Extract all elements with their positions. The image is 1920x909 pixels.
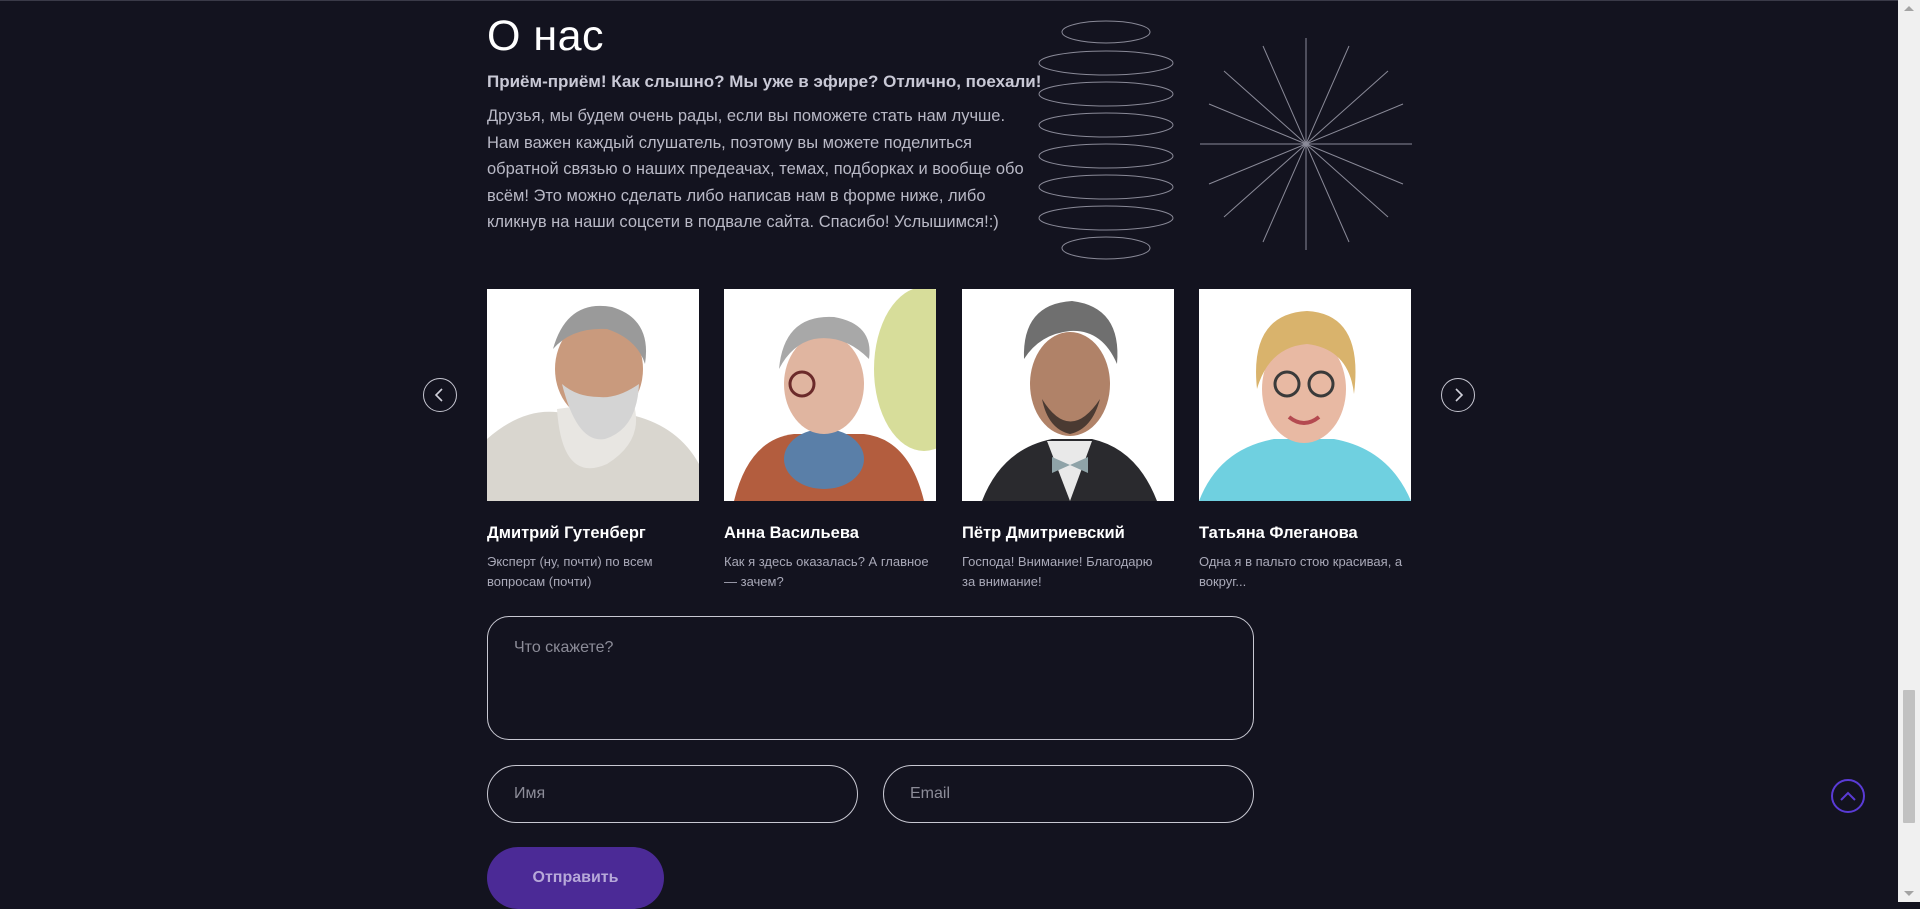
team-desc: Как я здесь оказалась? А главное — зачем… [724, 554, 929, 589]
team-card[interactable]: Пётр Дмитриевский Господа! Внимание! Бла… [962, 289, 1174, 592]
chevron-right-icon [1455, 388, 1464, 402]
team-card[interactable]: Татьяна Флеганова Одна я в пальто стою к… [1199, 289, 1411, 592]
carousel-prev-button[interactable] [423, 378, 457, 412]
team-desc: Эксперт (ну, почти) по всем вопросам (по… [487, 554, 653, 589]
scroll-up-arrow-icon[interactable] [1904, 6, 1914, 11]
page-title: О нас [487, 12, 605, 60]
scrollbar-thumb[interactable] [1903, 690, 1915, 823]
scroll-down-arrow-icon[interactable] [1904, 891, 1914, 896]
team-name: Пётр Дмитриевский [962, 524, 1125, 542]
team-name: Татьяна Флеганова [1199, 524, 1358, 542]
about-section: О нас Приём-приём! Как слышно? Мы уже в … [0, 0, 1898, 909]
page-scrollbar[interactable] [1898, 0, 1920, 902]
chevron-left-icon [434, 388, 443, 402]
team-photo [962, 289, 1174, 501]
team-name: Дмитрий Гутенберг [487, 524, 646, 542]
email-field[interactable] [883, 765, 1254, 823]
team-photo [487, 289, 699, 501]
spiral-decoration [1038, 20, 1174, 260]
message-field[interactable] [487, 616, 1254, 740]
submit-button[interactable]: Отправить [487, 847, 664, 909]
team-photo [1199, 289, 1411, 501]
carousel-next-button[interactable] [1441, 378, 1475, 412]
starburst-decoration [1200, 38, 1412, 250]
team-photo [724, 289, 936, 501]
team-name: Анна Васильева [724, 524, 859, 542]
team-desc: Господа! Внимание! Благодарю за внимание… [962, 554, 1153, 589]
chevron-up-icon [1840, 791, 1856, 801]
name-field[interactable] [487, 765, 858, 823]
about-text: Друзья, мы будем очень рады, если вы пом… [487, 107, 1024, 232]
scroll-top-button[interactable] [1831, 779, 1865, 813]
team-card[interactable]: Дмитрий Гутенберг Эксперт (ну, почти) по… [487, 289, 699, 592]
team-desc: Одна я в пальто стою красивая, а вокруг.… [1199, 554, 1403, 589]
about-lead: Приём-приём! Как слышно? Мы уже в эфире?… [487, 72, 1042, 91]
team-card[interactable]: Анна Васильева Как я здесь оказалась? А … [724, 289, 936, 592]
